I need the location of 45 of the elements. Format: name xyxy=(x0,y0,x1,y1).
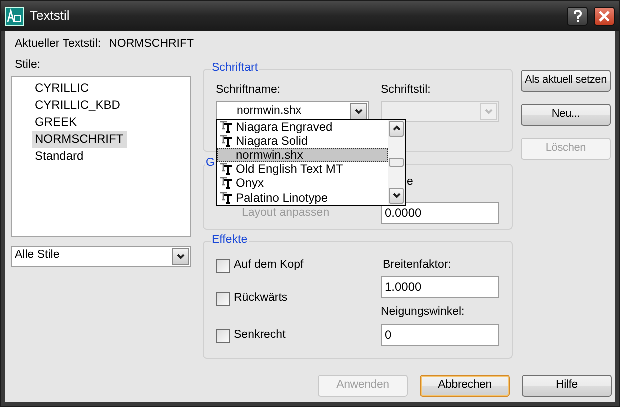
app-icon xyxy=(5,6,24,26)
close-button[interactable] xyxy=(594,6,615,26)
oblique-angle-field[interactable]: 0 xyxy=(381,324,499,346)
help-icon xyxy=(572,10,582,22)
font-list-item[interactable]: Onyx xyxy=(217,176,388,191)
style-list-item[interactable]: CYRILLIC_KBD xyxy=(32,96,124,114)
truetype-icon xyxy=(219,163,233,176)
scrollbar[interactable] xyxy=(388,120,405,205)
font-style-label: Schriftstil: xyxy=(381,84,432,98)
close-icon xyxy=(599,10,610,22)
help-button[interactable] xyxy=(567,6,588,26)
style-list-item[interactable]: NORMSCHRIFT xyxy=(32,130,127,148)
dialog-button[interactable]: Abbrechen xyxy=(420,375,510,397)
checkbox[interactable] xyxy=(216,258,230,273)
width-factor-label: Breitenfaktor: xyxy=(382,258,452,272)
layout-fit-label: Layout anpassen xyxy=(242,206,330,219)
truetype-icon xyxy=(219,134,233,147)
font-list-item[interactable]: Palatino Linotype xyxy=(217,190,388,205)
font-name-label: Schriftname: xyxy=(216,84,282,98)
side-button[interactable]: Als aktuell setzen xyxy=(521,70,611,92)
checkbox-label: Senkrecht xyxy=(234,328,286,342)
font-list-item[interactable]: Niagara Solid xyxy=(217,134,388,148)
checkbox[interactable] xyxy=(216,328,230,343)
current-style-value: NORMSCHRIFT xyxy=(109,38,194,52)
height-field[interactable]: 0.0000 xyxy=(381,202,499,224)
height-label: e xyxy=(407,176,414,188)
font-list-item[interactable]: Old English Text MT xyxy=(217,162,388,176)
window-title: Textstil xyxy=(30,8,70,24)
scrollbar-thumb[interactable] xyxy=(389,158,404,167)
style-list-item[interactable]: CYRILLIC xyxy=(32,80,92,97)
width-factor-field[interactable]: 1.0000 xyxy=(381,276,499,298)
truetype-icon xyxy=(219,177,233,190)
style-filter-dropdown[interactable]: Alle Stile xyxy=(11,246,191,267)
font-list-item[interactable]: Niagara Engraved xyxy=(217,120,388,134)
side-button[interactable]: Neu... xyxy=(521,104,611,126)
oblique-angle-label: Neigungswinkel: xyxy=(381,306,466,320)
font-list-item[interactable]: normwin.shx xyxy=(217,148,388,162)
current-style-label: Aktueller Textstil: xyxy=(15,38,102,52)
dialog-button[interactable]: Hilfe xyxy=(522,375,612,397)
style-list-item[interactable]: GREEK xyxy=(32,114,80,131)
checkbox[interactable] xyxy=(216,292,230,306)
style-list-item[interactable]: Standard xyxy=(32,148,87,165)
checkbox-label: Rückwärts xyxy=(234,292,288,306)
styles-label: Stile: xyxy=(15,58,41,73)
checkbox-label: Auf dem Kopf xyxy=(234,258,304,272)
